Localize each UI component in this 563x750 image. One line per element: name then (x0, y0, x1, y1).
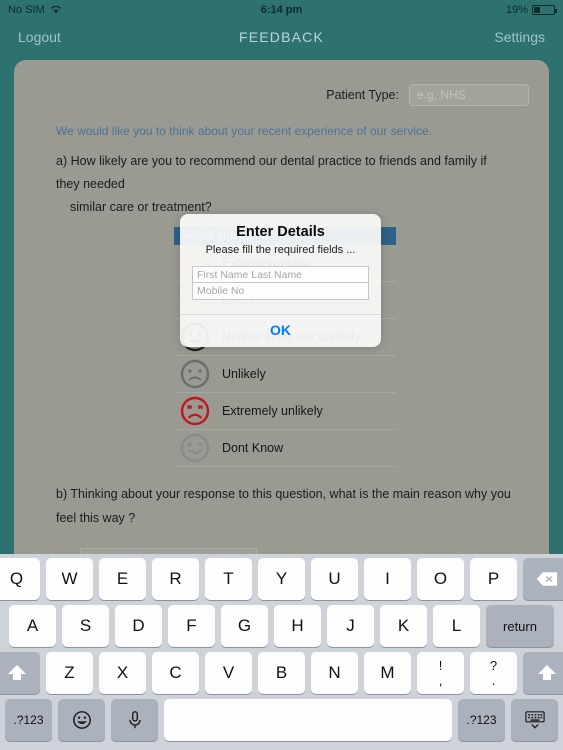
intro-text: We would like you to think about your re… (56, 124, 432, 138)
key-k[interactable]: K (380, 605, 427, 647)
microphone-icon (128, 711, 141, 729)
onscreen-keyboard: Q W E R T Y U I O P A S D F G H J K L re… (0, 554, 563, 750)
smiley-sad-icon (180, 360, 210, 389)
key-b[interactable]: B (258, 652, 305, 694)
settings-button[interactable]: Settings (494, 29, 545, 45)
keyboard-row-4: .?123 .?123 (3, 699, 560, 741)
key-question-period[interactable]: ? . (470, 652, 517, 694)
wifi-icon (50, 4, 62, 17)
key-p[interactable]: P (470, 558, 517, 600)
enter-details-dialog: Enter Details Please fill the required f… (180, 214, 381, 347)
patient-type-input[interactable] (409, 84, 529, 106)
numeric-key-right[interactable]: .?123 (458, 699, 505, 741)
mobile-number-input[interactable] (192, 283, 369, 300)
smiley-confused-icon (180, 434, 210, 463)
patient-type-label: Patient Type: (326, 88, 399, 102)
logout-button[interactable]: Logout (18, 29, 61, 45)
option-label: Extremely unlikely (222, 404, 323, 419)
keyboard-row-2: A S D F G H J K L return (3, 605, 560, 647)
key-n[interactable]: N (311, 652, 358, 694)
dialog-title: Enter Details (236, 224, 325, 240)
key-o[interactable]: O (417, 558, 464, 600)
carrier-label: No SIM (8, 4, 45, 16)
shift-key-left[interactable] (0, 652, 40, 694)
key-w[interactable]: W (46, 558, 93, 600)
full-name-input[interactable] (192, 266, 369, 283)
keyboard-row-1: Q W E R T Y U I O P (0, 558, 563, 600)
dictation-key[interactable] (111, 699, 158, 741)
option-label: Unlikely (222, 367, 266, 382)
return-key[interactable]: return (486, 605, 554, 647)
punct-top: ! (438, 657, 443, 673)
option-row-dont-know[interactable]: Dont Know (174, 430, 396, 468)
battery-percent-label: 19% (505, 4, 528, 16)
question-b: b) Thinking about your response to this … (56, 487, 511, 525)
shift-arrow-icon (7, 665, 26, 680)
key-r[interactable]: R (152, 558, 199, 600)
patient-type-row: Patient Type: (14, 60, 549, 106)
dialog-fields (180, 256, 381, 302)
key-i[interactable]: I (364, 558, 411, 600)
key-u[interactable]: U (311, 558, 358, 600)
backspace-key[interactable] (523, 558, 563, 600)
punct-bottom: . (491, 672, 496, 688)
backspace-icon (536, 572, 557, 586)
option-row-unlikely[interactable]: Unlikely (174, 356, 396, 394)
key-c[interactable]: C (152, 652, 199, 694)
emoji-key[interactable] (58, 699, 105, 741)
key-m[interactable]: M (364, 652, 411, 694)
question-a: a) How likely are you to recommend our d… (14, 138, 549, 219)
ok-button[interactable]: OK (180, 315, 381, 347)
key-z[interactable]: Z (46, 652, 93, 694)
page-title: FEEDBACK (238, 29, 325, 45)
key-exclamation-comma[interactable]: ! , (417, 652, 464, 694)
keyboard-row-3: Z X C V B N M ! , ? . (0, 652, 563, 694)
key-d[interactable]: D (115, 605, 162, 647)
dialog-subtitle: Please fill the required fields ... (205, 244, 356, 256)
punct-bottom: , (438, 672, 443, 688)
key-v[interactable]: V (205, 652, 252, 694)
key-x[interactable]: X (99, 652, 146, 694)
emoji-smiley-icon (72, 711, 91, 729)
key-s[interactable]: S (62, 605, 109, 647)
option-label: Dont Know (222, 441, 284, 456)
punct-top: ? (489, 657, 498, 673)
smiley-angry-icon (180, 397, 210, 426)
clock: 6:14 pm (260, 4, 303, 16)
navigation-bar: Logout FEEDBACK Settings (0, 20, 563, 54)
space-key[interactable] (164, 699, 452, 741)
key-j[interactable]: J (327, 605, 374, 647)
shift-key-right[interactable] (523, 652, 563, 694)
key-q[interactable]: Q (0, 558, 40, 600)
key-y[interactable]: Y (258, 558, 305, 600)
key-h[interactable]: H (274, 605, 321, 647)
status-bar: No SIM 6:14 pm 19% (0, 0, 563, 20)
status-right: 19% (505, 4, 557, 16)
question-a-line1: a) How likely are you to recommend our d… (56, 154, 487, 192)
dismiss-keyboard-key[interactable] (511, 699, 558, 741)
key-f[interactable]: F (168, 605, 215, 647)
key-t[interactable]: T (205, 558, 252, 600)
option-row-extremely-unlikely[interactable]: Extremely unlikely (174, 393, 396, 431)
key-l[interactable]: L (433, 605, 480, 647)
status-left: No SIM (8, 4, 62, 17)
key-a[interactable]: A (9, 605, 56, 647)
numeric-key-left[interactable]: .?123 (5, 699, 52, 741)
key-e[interactable]: E (99, 558, 146, 600)
shift-arrow-icon (537, 665, 556, 680)
hide-keyboard-icon (524, 711, 545, 729)
key-g[interactable]: G (221, 605, 268, 647)
battery-icon (532, 5, 557, 15)
